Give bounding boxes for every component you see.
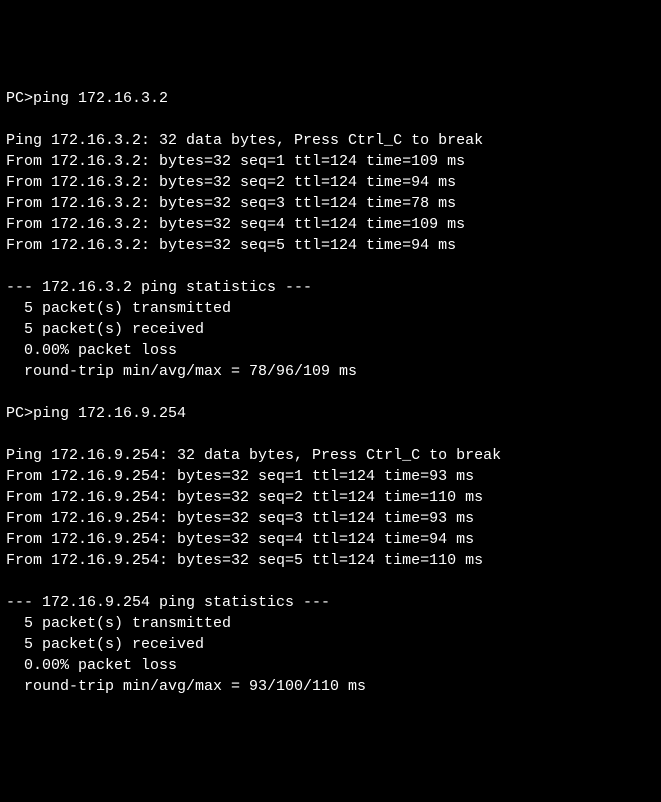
ping-reply: From 172.16.3.2: bytes=32 seq=1 ttl=124 …: [6, 153, 465, 170]
stats-line: round-trip min/avg/max = 93/100/110 ms: [6, 678, 366, 695]
prompt: PC>: [6, 405, 33, 422]
ping-reply: From 172.16.9.254: bytes=32 seq=5 ttl=12…: [6, 552, 483, 569]
ping-header: Ping 172.16.9.254: 32 data bytes, Press …: [6, 447, 501, 464]
terminal-output[interactable]: PC>ping 172.16.3.2 Ping 172.16.3.2: 32 d…: [6, 88, 655, 697]
ping-reply: From 172.16.3.2: bytes=32 seq=2 ttl=124 …: [6, 174, 456, 191]
stats-line: 0.00% packet loss: [6, 342, 177, 359]
ping-reply: From 172.16.3.2: bytes=32 seq=4 ttl=124 …: [6, 216, 465, 233]
ping-reply: From 172.16.9.254: bytes=32 seq=4 ttl=12…: [6, 531, 474, 548]
stats-line: 5 packet(s) received: [6, 636, 204, 653]
stats-line: 0.00% packet loss: [6, 657, 177, 674]
command-line: PC>ping 172.16.3.2: [6, 90, 168, 107]
prompt: PC>: [6, 90, 33, 107]
ping-reply: From 172.16.9.254: bytes=32 seq=3 ttl=12…: [6, 510, 474, 527]
command-text: ping 172.16.9.254: [33, 405, 186, 422]
ping-reply: From 172.16.3.2: bytes=32 seq=3 ttl=124 …: [6, 195, 456, 212]
ping-reply: From 172.16.3.2: bytes=32 seq=5 ttl=124 …: [6, 237, 456, 254]
stats-header: --- 172.16.9.254 ping statistics ---: [6, 594, 330, 611]
stats-line: round-trip min/avg/max = 78/96/109 ms: [6, 363, 357, 380]
stats-line: 5 packet(s) transmitted: [6, 300, 231, 317]
ping-reply: From 172.16.9.254: bytes=32 seq=2 ttl=12…: [6, 489, 483, 506]
stats-header: --- 172.16.3.2 ping statistics ---: [6, 279, 312, 296]
stats-line: 5 packet(s) transmitted: [6, 615, 231, 632]
ping-reply: From 172.16.9.254: bytes=32 seq=1 ttl=12…: [6, 468, 474, 485]
command-text: ping 172.16.3.2: [33, 90, 168, 107]
stats-line: 5 packet(s) received: [6, 321, 204, 338]
ping-header: Ping 172.16.3.2: 32 data bytes, Press Ct…: [6, 132, 483, 149]
command-line: PC>ping 172.16.9.254: [6, 405, 186, 422]
